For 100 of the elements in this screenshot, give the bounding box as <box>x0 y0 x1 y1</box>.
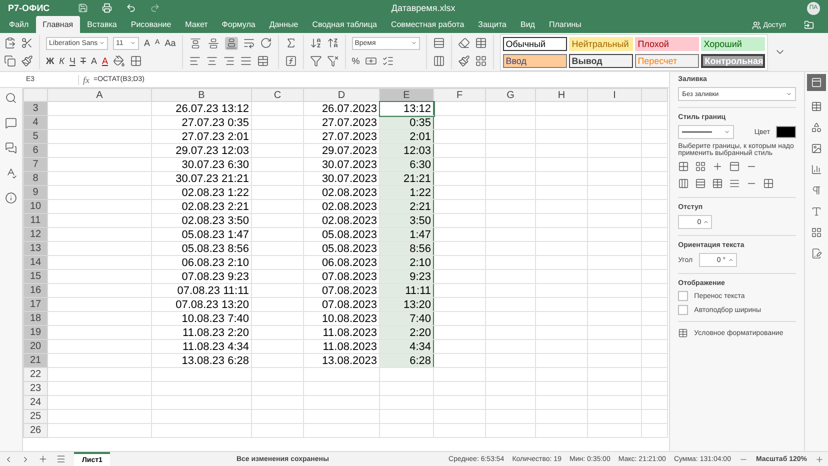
menu-tab[interactable]: Файл <box>2 16 36 33</box>
column-header[interactable]: E <box>380 88 434 102</box>
row-header[interactable]: 13 <box>24 242 48 256</box>
row-header[interactable]: 19 <box>24 326 48 340</box>
font-color-button[interactable]: A <box>102 55 108 67</box>
search-icon[interactable] <box>5 92 17 104</box>
borders-icon[interactable] <box>130 55 142 67</box>
menu-tab[interactable]: Вставка <box>80 16 124 33</box>
column-header[interactable]: B <box>152 88 252 102</box>
column-header[interactable]: G <box>486 88 536 102</box>
sort-ascending-icon[interactable] <box>310 37 322 49</box>
border-option-icon[interactable] <box>678 161 690 172</box>
menu-tab[interactable]: Формула <box>214 16 262 33</box>
column-header[interactable]: H <box>536 88 588 102</box>
italic-button[interactable]: К <box>59 55 64 67</box>
cell-style-button[interactable]: Вывод <box>568 54 633 68</box>
currency-icon[interactable] <box>364 55 377 67</box>
line-style-select[interactable] <box>678 125 734 139</box>
cell-style-button[interactable]: Плохой <box>634 36 699 50</box>
paragraph-icon[interactable] <box>811 185 822 196</box>
comment-icon[interactable] <box>5 117 17 129</box>
wrap-text-icon[interactable] <box>242 37 255 49</box>
row-header[interactable]: 23 <box>24 382 48 396</box>
format-painter-icon[interactable] <box>458 55 470 67</box>
print-icon[interactable] <box>102 3 112 13</box>
function-button[interactable]: fx <box>78 74 90 84</box>
align-bottom-button[interactable] <box>224 36 238 50</box>
percent-button[interactable]: % <box>352 55 360 67</box>
align-left-icon[interactable] <box>188 55 201 67</box>
shapes-icon[interactable] <box>811 122 822 133</box>
pivot-icon[interactable] <box>811 227 822 238</box>
align-middle-button[interactable] <box>206 36 220 50</box>
paste-icon[interactable] <box>4 37 16 49</box>
row-header[interactable]: 26 <box>24 424 48 438</box>
column-header[interactable]: F <box>434 88 486 102</box>
row-header[interactable]: 9 <box>24 186 48 200</box>
clear-filter-icon[interactable] <box>326 55 339 67</box>
underline-button[interactable]: Ч <box>69 55 76 67</box>
row-header[interactable]: 8 <box>24 172 48 186</box>
subscript-button[interactable]: A <box>90 55 97 67</box>
copy-icon[interactable] <box>4 55 16 67</box>
column-header[interactable]: I <box>588 88 642 102</box>
grow-font-button[interactable]: A <box>144 37 150 49</box>
delete-cells-icon[interactable] <box>432 55 445 67</box>
border-option-icon[interactable] <box>695 161 706 172</box>
cell-style-button[interactable]: Ввод <box>502 54 567 68</box>
sheet-list-icon[interactable] <box>56 454 66 464</box>
column-header[interactable]: C <box>252 88 304 102</box>
row-header[interactable]: 6 <box>24 144 48 158</box>
menu-tab[interactable]: Данные <box>262 16 306 33</box>
chart-icon[interactable] <box>811 164 822 175</box>
border-option-icon[interactable] <box>763 178 774 189</box>
scroll-right-icon[interactable] <box>21 454 30 464</box>
image-icon[interactable] <box>811 143 822 154</box>
column-header[interactable]: A <box>48 88 152 102</box>
row-header[interactable]: 14 <box>24 256 48 270</box>
insert-cells-icon[interactable] <box>432 37 445 49</box>
row-header[interactable]: 18 <box>24 312 48 326</box>
row-header[interactable]: 21 <box>24 354 48 368</box>
scissors-icon[interactable] <box>21 37 33 49</box>
border-option-icon[interactable] <box>678 178 690 189</box>
row-header[interactable]: 24 <box>24 396 48 410</box>
justify-icon[interactable] <box>240 55 252 67</box>
bold-button[interactable]: Ж <box>46 55 54 67</box>
folder-icon[interactable] <box>804 20 814 30</box>
border-option-icon[interactable] <box>712 178 724 189</box>
sigma-icon[interactable] <box>284 37 297 49</box>
text-art-icon[interactable] <box>811 206 822 217</box>
sort-descending-icon[interactable] <box>326 37 339 49</box>
table-template-icon[interactable] <box>474 37 487 49</box>
eraser-icon[interactable] <box>458 37 470 49</box>
menu-tab[interactable]: Рисование <box>124 16 178 33</box>
cell-settings-tab[interactable] <box>807 74 826 91</box>
brush-icon[interactable] <box>21 55 33 67</box>
row-header[interactable]: 16 <box>24 284 48 298</box>
table-icon[interactable] <box>811 101 822 112</box>
menu-tab[interactable]: Плагины <box>542 16 588 33</box>
border-option-icon[interactable] <box>712 161 724 172</box>
row-header[interactable]: 7 <box>24 158 48 172</box>
add-sheet-icon[interactable] <box>38 454 48 464</box>
border-option-icon[interactable] <box>695 178 706 189</box>
border-option-icon[interactable] <box>729 161 740 172</box>
menu-tab[interactable]: Вид <box>514 16 542 33</box>
row-header[interactable]: 12 <box>24 228 48 242</box>
menu-tab[interactable]: Главная <box>36 16 80 33</box>
merge-cells-icon[interactable] <box>256 55 269 67</box>
strikethrough-button[interactable]: Т <box>80 55 86 67</box>
align-center-icon[interactable] <box>206 55 218 67</box>
row-header[interactable]: 15 <box>24 270 48 284</box>
paint-bucket-icon[interactable] <box>112 55 125 67</box>
rotate-icon[interactable] <box>260 37 272 49</box>
function-icon[interactable] <box>284 55 297 67</box>
change-case-button[interactable]: Aa <box>164 37 176 49</box>
filter-icon[interactable] <box>310 55 322 67</box>
menu-tab[interactable]: Совместная работа <box>384 16 472 33</box>
row-header[interactable]: 10 <box>24 200 48 214</box>
cell-style-button[interactable]: Хороший <box>700 36 765 50</box>
row-header[interactable]: 3 <box>24 102 48 116</box>
row-header[interactable]: 4 <box>24 116 48 130</box>
decimal-icon[interactable] <box>382 55 394 67</box>
